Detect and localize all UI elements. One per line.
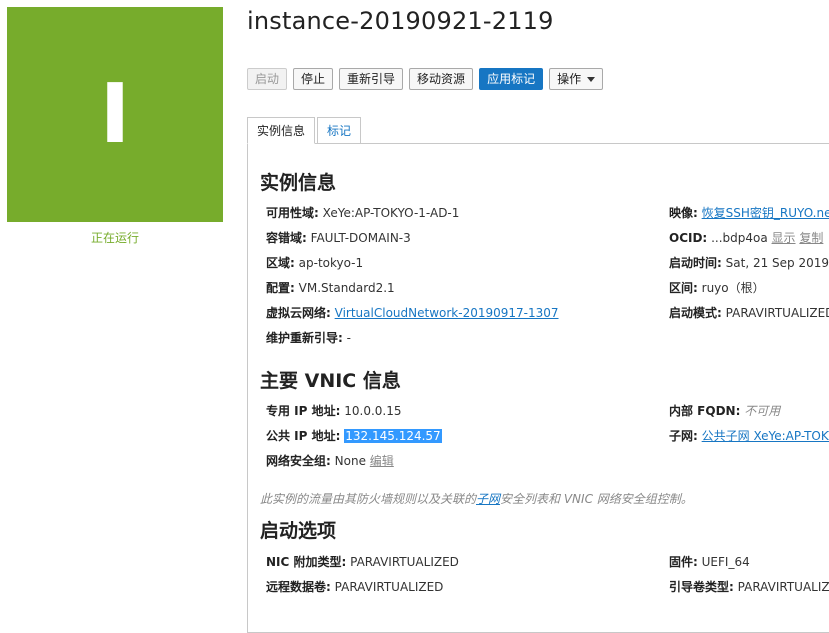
instance-status: 正在运行 <box>90 231 139 245</box>
field-ocid: OCID: ...bdp4oa 显示 复制 <box>669 230 823 246</box>
field-value: 不可用 <box>744 404 781 418</box>
start-button[interactable]: 启动 <box>247 68 288 90</box>
page-title: instance-20190921-2119 <box>247 7 554 35</box>
field-region: 区域: ap-tokyo-1 <box>266 255 363 271</box>
field-label: 引导卷类型: <box>669 580 734 594</box>
field-value: PARAVIRTUALIZED <box>737 580 829 594</box>
tab-tags[interactable]: 标记 <box>317 117 362 144</box>
section-title-vnic: 主要 VNIC 信息 <box>260 370 401 392</box>
field-label: 启动模式: <box>669 306 722 320</box>
field-boot-volume-type: 引导卷类型: PARAVIRTUALIZED <box>669 579 829 595</box>
field-value: UEFI_64 <box>701 555 750 569</box>
field-shape: 配置: VM.Standard2.1 <box>266 280 395 296</box>
chevron-down-icon <box>587 76 596 82</box>
section-title-instance-info: 实例信息 <box>260 172 337 194</box>
note-subnet-link[interactable]: 子网 <box>476 492 500 506</box>
subnet-link[interactable]: 公共子网 XeYe:AP-TOKY <box>702 429 829 443</box>
actions-dropdown-button[interactable]: 操作 <box>549 68 604 90</box>
note-prefix: 此实例的流量由其防火墙规则以及关联的 <box>260 492 477 506</box>
field-label: 专用 IP 地址: <box>266 404 341 418</box>
field-label: 启动时间: <box>669 256 722 270</box>
field-value: PARAVIRTUALIZED <box>334 580 444 594</box>
reboot-button[interactable]: 重新引导 <box>339 68 404 90</box>
action-toolbar: 启动 停止 重新引导 移动资源 应用标记 操作 <box>247 68 604 90</box>
field-value: ruyo（根） <box>701 281 765 295</box>
field-label: 远程数据卷: <box>266 580 331 594</box>
tab-bar: 实例信息 标记 <box>247 117 362 144</box>
field-value: ap-tokyo-1 <box>298 256 364 270</box>
field-label: 可用性域: <box>266 206 319 220</box>
field-label: 固件: <box>669 555 698 569</box>
field-value: PARAVIRTUALIZED <box>350 555 459 569</box>
field-value: VM.Standard2.1 <box>298 281 395 295</box>
field-fault-domain: 容错域: FAULT-DOMAIN-3 <box>266 230 411 246</box>
field-value: - <box>346 331 351 345</box>
section-title-launch-options: 启动选项 <box>260 520 337 542</box>
field-label: 区间: <box>669 281 698 295</box>
field-launched: 启动时间: Sat, 21 Sep 2019 13 <box>669 255 829 271</box>
field-label: 内部 FQDN: <box>669 404 741 418</box>
traffic-control-note: 此实例的流量由其防火墙规则以及关联的子网安全列表和 VNIC 网络安全组控制。 <box>260 490 693 507</box>
field-private-ip: 专用 IP 地址: 10.0.0.15 <box>266 403 402 419</box>
field-label: 子网: <box>669 429 698 443</box>
ocid-copy-link[interactable]: 复制 <box>799 231 823 245</box>
field-label: 虚拟云网络: <box>266 306 331 320</box>
field-label: 维护重新引导: <box>266 331 343 345</box>
apply-tags-button[interactable]: 应用标记 <box>479 68 544 90</box>
field-value: 10.0.0.15 <box>344 404 402 418</box>
field-label: NIC 附加类型: <box>266 555 347 569</box>
tab-instance-info[interactable]: 实例信息 <box>247 117 316 144</box>
field-value: XeYe:AP-TOKYO-1-AD-1 <box>322 206 460 220</box>
move-resource-button[interactable]: 移动资源 <box>409 68 474 90</box>
field-firmware: 固件: UEFI_64 <box>669 554 750 570</box>
field-value: PARAVIRTUALIZED <box>725 306 829 320</box>
public-ip-value[interactable]: 132.145.124.57 <box>344 429 442 443</box>
field-value: None <box>334 454 366 468</box>
field-nic-attachment-type: NIC 附加类型: PARAVIRTUALIZED <box>266 554 459 570</box>
field-value: FAULT-DOMAIN-3 <box>310 231 411 245</box>
field-label: 公共 IP 地址: <box>266 429 341 443</box>
ocid-show-link[interactable]: 显示 <box>772 231 796 245</box>
field-label: 配置: <box>266 281 295 295</box>
instance-avatar-tile: I <box>7 7 223 222</box>
field-label: OCID: <box>669 231 708 245</box>
field-subnet: 子网: 公共子网 XeYe:AP-TOKY <box>669 428 829 444</box>
stop-button[interactable]: 停止 <box>293 68 334 90</box>
vcn-link[interactable]: VirtualCloudNetwork-20190917-1307 <box>335 306 559 320</box>
field-label: 网络安全组: <box>266 454 331 468</box>
note-suffix: 安全列表和 VNIC 网络安全组控制。 <box>500 492 693 506</box>
field-internal-fqdn: 内部 FQDN: 不可用 <box>669 403 780 419</box>
field-network-security-group: 网络安全组: None 编辑 <box>266 453 394 469</box>
field-launch-mode: 启动模式: PARAVIRTUALIZED <box>669 305 829 321</box>
field-value: ...bdp4oa <box>711 231 768 245</box>
field-value: Sat, 21 Sep 2019 13 <box>725 256 829 270</box>
actions-label: 操作 <box>557 72 582 86</box>
field-compartment: 区间: ruyo（根） <box>669 280 765 296</box>
field-label: 区域: <box>266 256 295 270</box>
field-public-ip: 公共 IP 地址: 132.145.124.57 <box>266 428 442 444</box>
instance-letter: I <box>99 66 131 162</box>
field-maintenance-reboot: 维护重新引导: - <box>266 330 351 346</box>
field-vcn: 虚拟云网络: VirtualCloudNetwork-20190917-1307 <box>266 305 559 321</box>
field-remote-data-volume: 远程数据卷: PARAVIRTUALIZED <box>266 579 443 595</box>
field-label: 映像: <box>669 206 698 220</box>
image-link[interactable]: 恢复SSH密钥_RUYO.net <box>702 206 829 220</box>
nsg-edit-link[interactable]: 编辑 <box>370 454 394 468</box>
field-availability-domain: 可用性域: XeYe:AP-TOKYO-1-AD-1 <box>266 205 459 221</box>
field-image: 映像: 恢复SSH密钥_RUYO.net <box>669 205 829 221</box>
field-label: 容错域: <box>266 231 307 245</box>
